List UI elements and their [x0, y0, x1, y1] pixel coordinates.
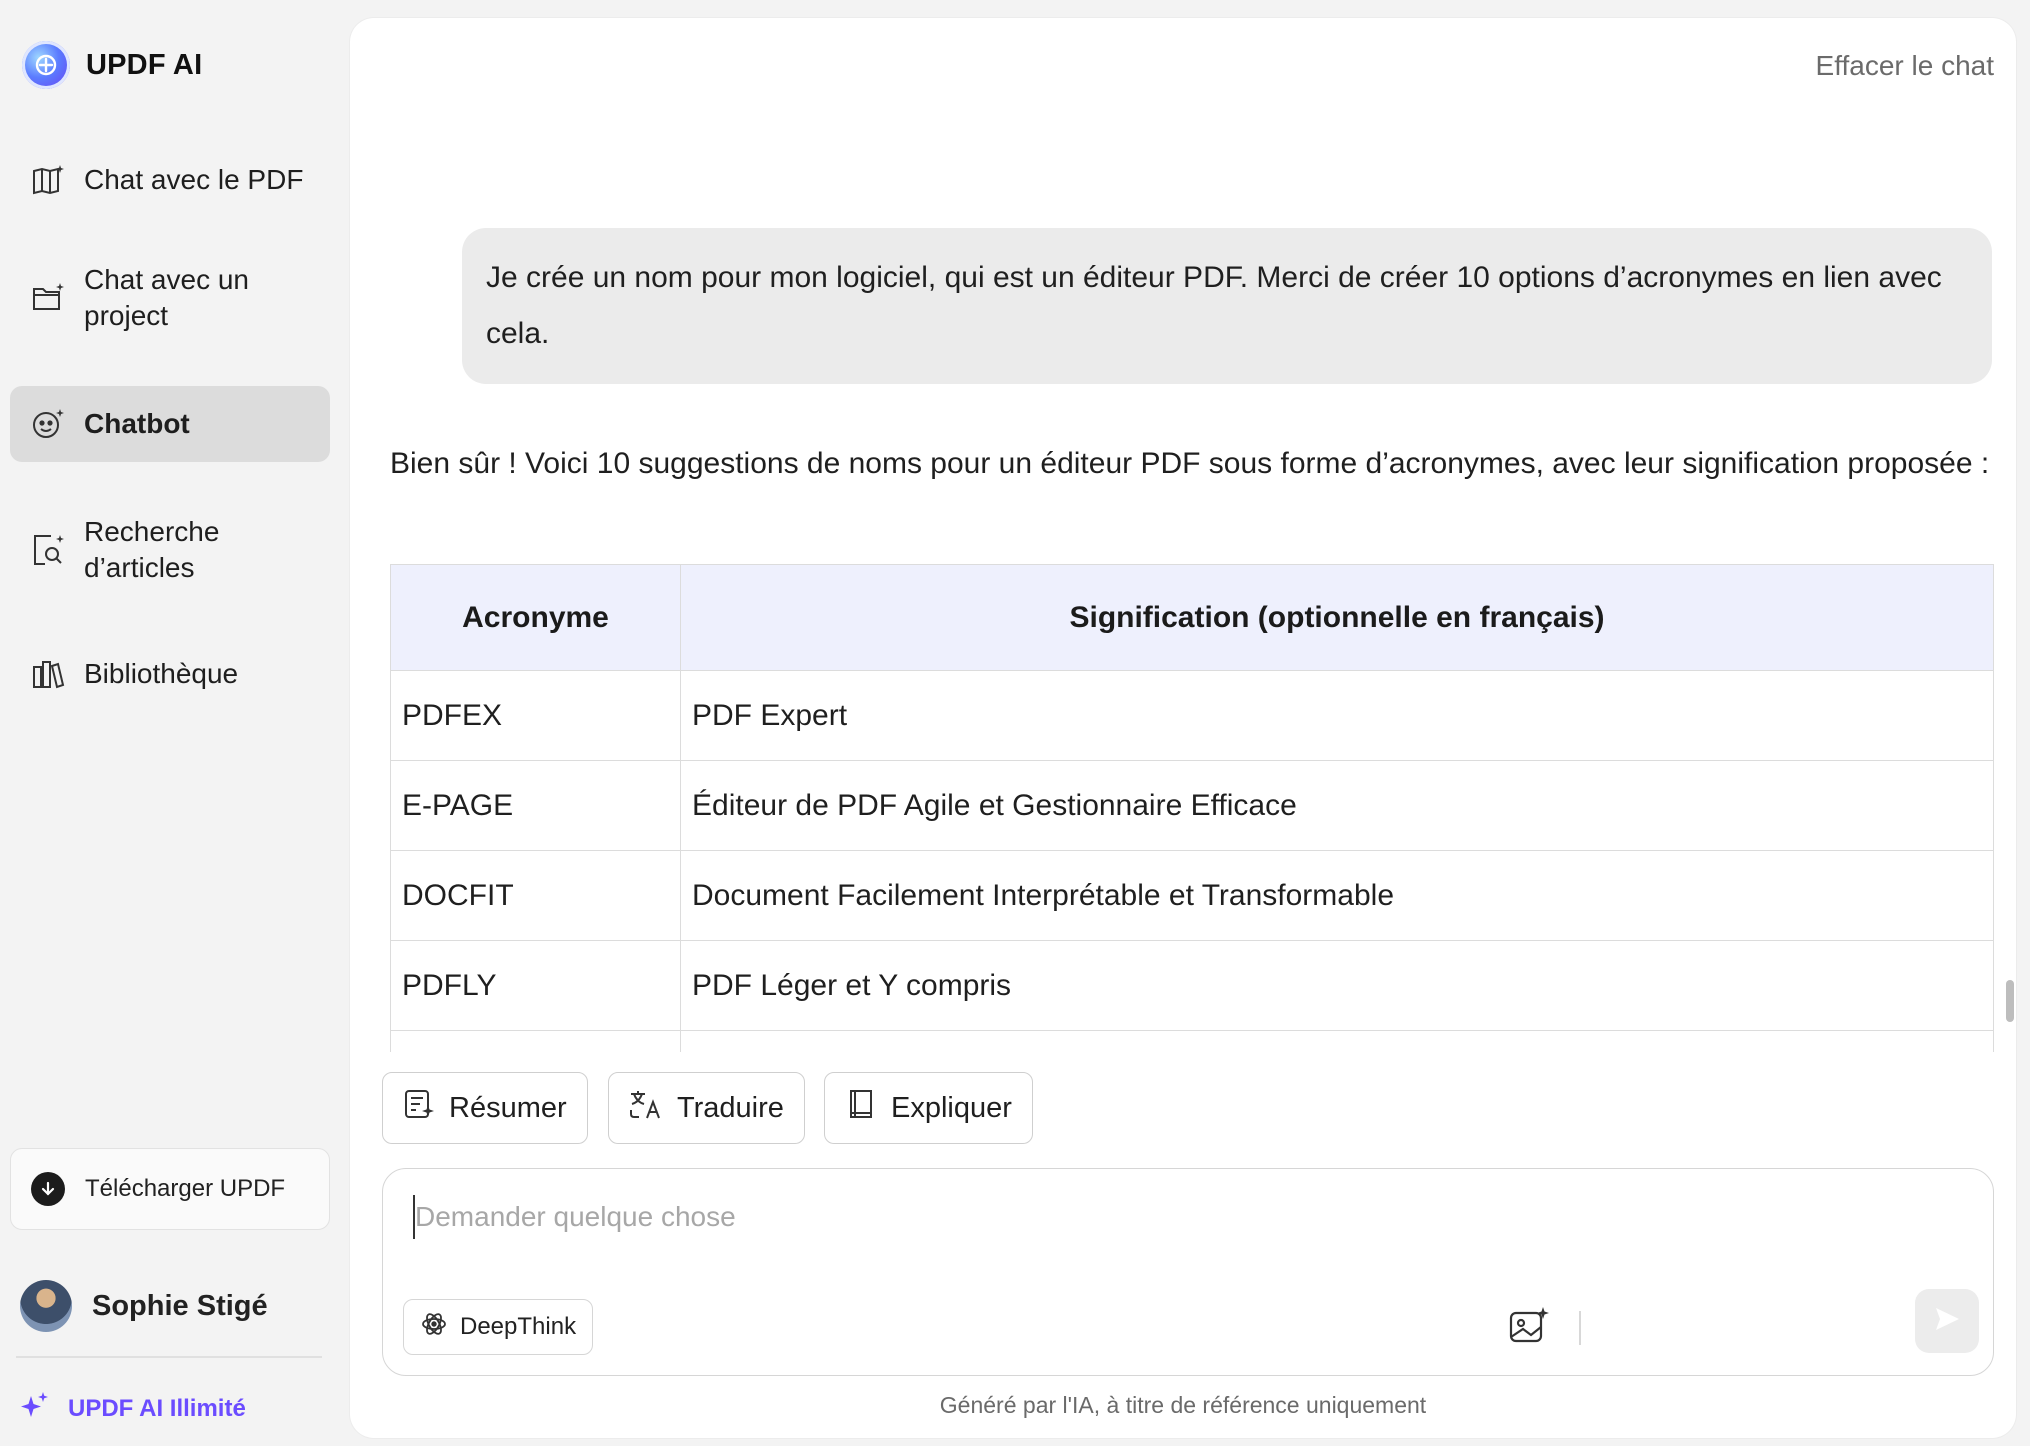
- sidebar: UPDF AI Chat avec le PDF Chat avec un pr…: [0, 0, 350, 1446]
- sidebar-item-label-line2: project: [84, 300, 169, 331]
- send-icon: [1932, 1304, 1962, 1339]
- sidebar-item-label: Bibliothèque: [84, 658, 239, 689]
- bot-face-icon: [30, 406, 66, 442]
- table-row: E-PAGE Éditeur de PDF Agile et Gestionna…: [390, 760, 1994, 851]
- send-button[interactable]: [1915, 1289, 1979, 1353]
- translate-label: Traduire: [677, 1091, 784, 1124]
- deepthink-label: DeepThink: [460, 1313, 577, 1340]
- user-name: Sophie Stigé: [92, 1289, 268, 1322]
- scrollbar-thumb[interactable]: [2006, 980, 2014, 1022]
- acronym-table: Acronyme Signification (optionnelle en f…: [390, 564, 1994, 1052]
- brand[interactable]: UPDF AI: [22, 40, 202, 90]
- book-sparkle-icon: [30, 162, 66, 198]
- table-cell-acronym: PDFLY: [390, 940, 681, 1031]
- table-cell-acronym: E-PAGE: [390, 760, 681, 851]
- download-label: Télécharger UPDF: [85, 1175, 286, 1202]
- book-icon: [845, 1088, 877, 1128]
- table-row: PDFLY PDF Léger et Y compris: [390, 940, 1994, 1031]
- folder-sparkle-icon: [30, 280, 66, 316]
- sidebar-item-label-line1: Chat avec un: [84, 264, 249, 295]
- sidebar-item-article-search[interactable]: Recherche d’articles: [10, 508, 330, 592]
- updf-logo-icon: [22, 41, 70, 89]
- column-header-meaning: Signification (optionnelle en français): [680, 564, 1994, 671]
- table-cell-acronym: DOCFIT: [390, 850, 681, 941]
- clear-chat-button[interactable]: Effacer le chat: [1816, 50, 1994, 82]
- doc-search-icon: [30, 532, 66, 568]
- sidebar-item-chat-pdf[interactable]: Chat avec le PDF: [10, 148, 330, 212]
- table-cell-meaning: PDF Expert: [680, 670, 1994, 761]
- sparkle-icon: [20, 1390, 50, 1427]
- table-cell-meaning: PDF Léger et Y compris: [680, 940, 1994, 1031]
- translate-icon: [629, 1088, 663, 1128]
- avatar: [20, 1280, 72, 1332]
- ai-response-text: Bien sûr ! Voici 10 suggestions de noms …: [390, 447, 1990, 480]
- sidebar-item-library[interactable]: Bibliothèque: [10, 642, 330, 706]
- chat-panel: Effacer le chat Je crée un nom pour mon …: [350, 18, 2016, 1438]
- user-profile[interactable]: Sophie Stigé: [20, 1280, 268, 1332]
- table-cell-acronym: PDFEX: [390, 670, 681, 761]
- sidebar-item-chatbot[interactable]: Chatbot: [10, 386, 330, 462]
- sidebar-item-label: Chatbot: [84, 408, 190, 439]
- summarize-label: Résumer: [449, 1091, 567, 1124]
- download-icon: [31, 1172, 65, 1206]
- atom-icon: [420, 1310, 448, 1345]
- upgrade-link[interactable]: UPDF AI Illimité: [20, 1390, 246, 1427]
- table-row: DOCFIT Document Facilement Interprétable…: [390, 850, 1994, 941]
- sidebar-item-label: Chat avec le PDF: [84, 164, 304, 195]
- sidebar-item-label-line2: d’articles: [84, 552, 195, 583]
- summarize-icon: [403, 1088, 435, 1128]
- user-message: Je crée un nom pour mon logiciel, qui es…: [462, 228, 1992, 384]
- table-header-row: Acronyme Signification (optionnelle en f…: [390, 564, 1994, 671]
- summarize-button[interactable]: Résumer: [382, 1072, 588, 1144]
- table-row: PDFEX PDF Expert: [390, 670, 1994, 761]
- table-cell-meaning: Document Facilement Interprétable et Tra…: [680, 850, 1994, 941]
- sidebar-item-chat-project[interactable]: Chat avec un project: [10, 256, 330, 340]
- table-row: [390, 1030, 1994, 1052]
- table-cell-meaning: Éditeur de PDF Agile et Gestionnaire Eff…: [680, 760, 1994, 851]
- explain-label: Expliquer: [891, 1091, 1012, 1124]
- column-header-acronym: Acronyme: [390, 564, 681, 671]
- sidebar-item-label-line1: Recherche: [84, 516, 220, 547]
- download-updf-button[interactable]: Télécharger UPDF: [10, 1148, 330, 1230]
- composer-separator: [1579, 1311, 1581, 1345]
- ai-disclaimer: Généré par l'IA, à titre de référence un…: [939, 1392, 1427, 1418]
- sidebar-divider: [16, 1356, 322, 1358]
- deepthink-toggle[interactable]: DeepThink: [403, 1299, 594, 1355]
- prompt-input[interactable]: [413, 1195, 1913, 1239]
- explain-button[interactable]: Expliquer: [824, 1072, 1033, 1144]
- translate-button[interactable]: Traduire: [608, 1072, 805, 1144]
- image-upload-icon[interactable]: [1507, 1305, 1549, 1347]
- composer: DeepThink: [382, 1168, 1994, 1376]
- upgrade-label: UPDF AI Illimité: [68, 1394, 246, 1422]
- library-icon: [30, 656, 66, 692]
- brand-name: UPDF AI: [86, 48, 203, 81]
